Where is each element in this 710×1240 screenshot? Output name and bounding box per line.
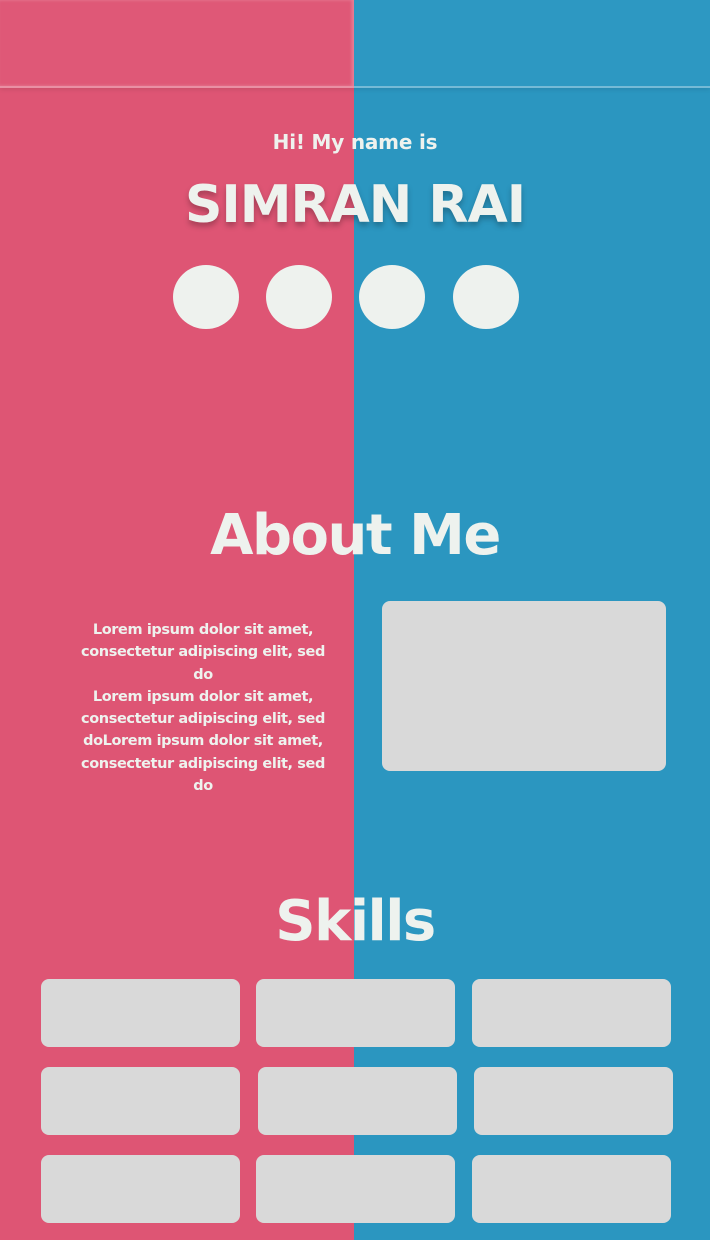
skill-card-3[interactable]: [472, 979, 671, 1047]
social-button-2[interactable]: [266, 265, 332, 329]
about-text: Lorem ipsum dolor sit amet, consectetur …: [70, 619, 336, 797]
skill-card-1[interactable]: [41, 979, 240, 1047]
skill-card-2[interactable]: [256, 979, 455, 1047]
skill-card-8[interactable]: [256, 1155, 455, 1223]
top-navigation-bar: [0, 0, 710, 88]
about-text-line: consectetur adipiscing elit, sed do: [81, 644, 325, 683]
skill-card-9[interactable]: [472, 1155, 671, 1223]
hero-intro: Hi! My name is: [272, 130, 438, 154]
about-text-line: doLorem ipsum dolor sit amet,: [83, 733, 323, 750]
about-image-placeholder: [382, 601, 666, 771]
about-text-line: Lorem ipsum dolor sit amet,: [92, 622, 314, 638]
top-navigation-bar-left: [0, 0, 354, 86]
top-navigation-bar-right: [354, 0, 710, 86]
skill-card-7[interactable]: [41, 1155, 240, 1223]
about-text-line: consectetur adipiscing elit, sed: [81, 711, 325, 728]
skill-card-6[interactable]: [474, 1067, 673, 1135]
skills-title: Skills: [275, 889, 436, 954]
about-title: About Me: [210, 503, 501, 568]
social-button-4[interactable]: [453, 265, 519, 329]
about-text-line: Lorem ipsum dolor sit amet,: [92, 688, 314, 705]
hero-name: SIMRAN RAI: [184, 175, 526, 235]
skill-card-4[interactable]: [41, 1067, 240, 1135]
social-button-1[interactable]: [173, 265, 239, 329]
skill-card-5[interactable]: [258, 1067, 457, 1135]
social-button-3[interactable]: [359, 265, 425, 329]
social-links: [173, 265, 523, 331]
about-text-line: consectetur adipiscing elit, sed do: [81, 755, 325, 795]
